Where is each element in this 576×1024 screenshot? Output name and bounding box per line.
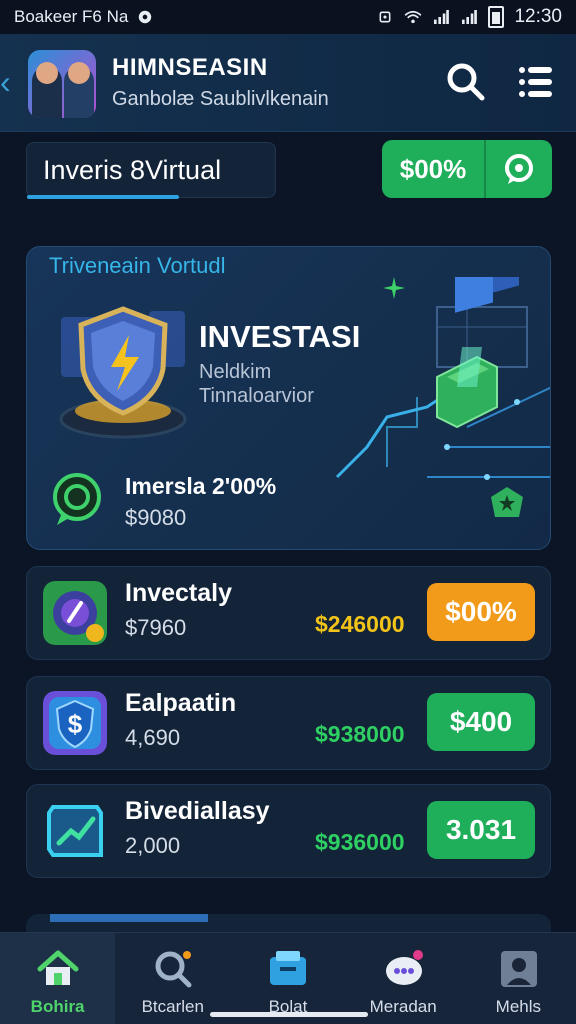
status-left-text: Boakeer F6 Na	[14, 7, 129, 26]
row-cta-button[interactable]: 3.031	[427, 801, 535, 859]
row-sub: $7960	[125, 615, 187, 640]
row-name: Ealpaatin	[125, 689, 237, 717]
app-header: ‹ HIMNSEASIN Ganbolæ Saublivlkenain	[0, 34, 576, 132]
hero-card[interactable]: Triveneain Vortudl INVESTASI Neldkim Tin…	[26, 246, 551, 550]
row-amount: $246000	[315, 611, 405, 637]
wallet-icon	[270, 951, 307, 985]
status-time: 12:30	[514, 6, 562, 27]
tab-virtual[interactable]: Inveris 8Virtual	[26, 142, 276, 199]
menu-icon[interactable]	[514, 60, 558, 104]
nav-label: Bohira	[30, 997, 85, 1016]
search-icon	[155, 951, 192, 988]
list-item[interactable]: Invectaly $7960 $246000 $00%	[26, 566, 551, 660]
filter-pill-label: $00%	[399, 153, 467, 184]
row-name: Invectaly	[125, 579, 233, 607]
battery-icon	[488, 6, 505, 28]
signal-icon	[434, 10, 450, 24]
shield-icon	[59, 306, 187, 439]
row-cta-button[interactable]: $400	[427, 693, 535, 751]
hero-subtitle-1: Neldkim	[199, 361, 272, 383]
hero-kicker: Triveneain Vortudl	[49, 253, 226, 278]
svg-text:$: $	[68, 709, 83, 739]
search-icon[interactable]	[444, 60, 488, 104]
whatsapp-chat-icon[interactable]	[49, 471, 105, 527]
status-bar: Boakeer F6 Na 12:30	[0, 0, 576, 34]
alarm-icon	[380, 11, 391, 23]
hero-stat-value: $9080	[125, 505, 187, 530]
nav-item-profile[interactable]: Mehls	[461, 933, 576, 1024]
hero-stat-label: Imersla 2'00%	[125, 473, 277, 499]
row-sub: 4,690	[125, 725, 181, 750]
row-name: Bivediallasy	[125, 797, 270, 825]
music-disc-icon	[43, 581, 107, 645]
tab-underline	[27, 195, 179, 199]
signal-2-icon	[462, 10, 478, 24]
nav-label: Mehls	[495, 997, 542, 1016]
header-title: HIMNSEASIN	[112, 54, 268, 81]
list-item[interactable]: $ Ealpaatin 4,690 $938000 $400	[26, 676, 551, 770]
header-subtitle: Ganbolæ Saublivlkenain	[112, 88, 329, 110]
row-cta-button[interactable]: $00%	[427, 583, 535, 641]
nav-item-home[interactable]: Bohira	[0, 933, 116, 1024]
dollar-shield-icon: $	[43, 691, 107, 755]
avatar[interactable]	[28, 50, 96, 118]
nav-item-wallet[interactable]: Bolat	[230, 933, 345, 1024]
bottom-nav: Bohira Btcarlen Bolat Meradan Mehls	[0, 932, 576, 1024]
nav-item-chat[interactable]: Meradan	[346, 933, 461, 1024]
chat-icon	[385, 950, 423, 985]
nav-item-search[interactable]: Btcarlen	[115, 933, 230, 1024]
tab-label: Inveris 8Virtual	[43, 155, 222, 185]
hero-subtitle-2: Tinnaloarvior	[199, 385, 314, 407]
filter-pill-button[interactable]: $00%	[382, 140, 552, 198]
wifi-icon	[404, 10, 422, 24]
back-chevron-icon[interactable]: ‹	[0, 64, 20, 100]
row-amount: $936000	[315, 829, 405, 855]
profile-icon	[500, 951, 537, 987]
trend-chart-icon	[47, 805, 103, 857]
notification-icon	[139, 10, 152, 24]
home-icon	[37, 950, 79, 985]
circuit-chart-icon	[335, 277, 550, 480]
home-indicator[interactable]	[210, 1012, 368, 1017]
list-item[interactable]: Bivediallasy 2,000 $936000 3.031	[26, 784, 551, 878]
row-sub: 2,000	[125, 833, 181, 858]
row-amount: $938000	[315, 721, 405, 747]
badge-star-icon[interactable]	[489, 485, 525, 521]
chat-bubble-icon[interactable]	[502, 152, 536, 186]
